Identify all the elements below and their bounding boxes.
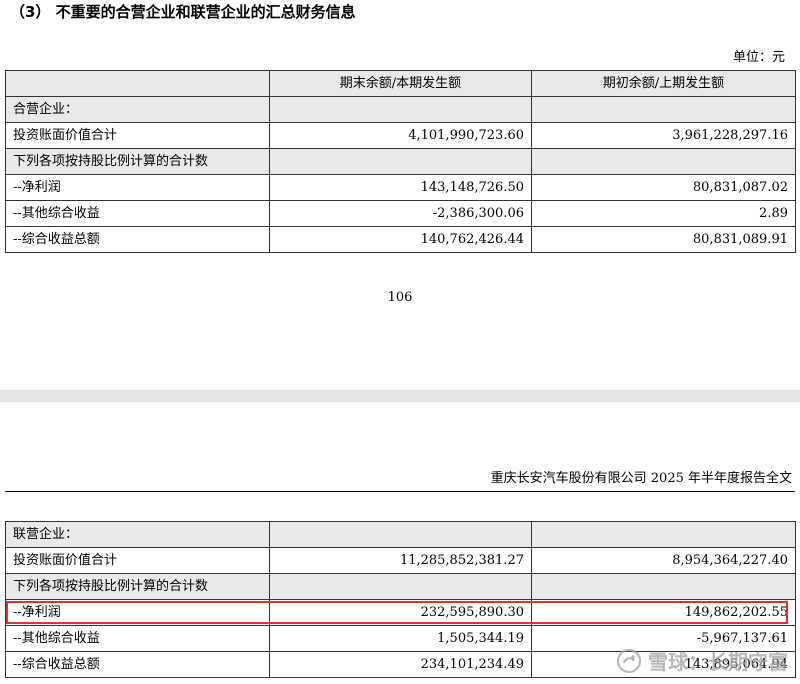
table-row: 下列各项按持股比例计算的合计数 [5,573,796,600]
snowball-logo-icon [616,648,642,673]
header-cell-current: 期末余额/本期发生额 [269,70,532,97]
table-row: --净利润 143,148,726.50 80,831,087.02 [5,174,796,201]
net-profit-highlight-box [6,601,788,624]
row-prior: 8,954,364,227.40 [531,547,796,574]
row-current: -2,386,300.06 [269,200,532,227]
row-current: 143,148,726.50 [269,174,532,201]
row-label: 联营企业： [5,521,270,548]
snowball-watermark: 雪球：长期守富 [616,646,788,675]
header-divider [5,491,795,492]
row-prior [531,148,796,175]
row-prior: 3,961,228,297.16 [531,122,796,149]
unit-label: 单位：元 [732,50,785,65]
page-number: 106 [387,290,413,305]
table-row: --综合收益总额 140,762,426.44 80,831,089.91 [5,226,796,253]
row-prior: 80,831,087.02 [531,174,796,201]
row-prior: 80,831,089.91 [531,226,796,253]
row-label: 投资账面价值合计 [5,122,270,149]
row-current [269,573,532,600]
row-prior [531,573,796,600]
table-row: 下列各项按持股比例计算的合计数 [5,148,796,175]
row-label: --净利润 [5,174,270,201]
row-current: 4,101,990,723.60 [269,122,532,149]
row-label: 投资账面价值合计 [5,547,270,574]
row-prior: 2.89 [531,200,796,227]
row-current: 11,285,852,381.27 [269,547,532,574]
table-row: 投资账面价值合计 11,285,852,381.27 8,954,364,227… [5,547,796,574]
row-label: 下列各项按持股比例计算的合计数 [5,573,270,600]
row-label: --综合收益总额 [5,226,270,253]
row-label: --其他综合收益 [5,625,270,652]
table-row: --其他综合收益 -2,386,300.06 2.89 [5,200,796,227]
watermark-text: 雪球：长期守富 [648,650,788,674]
header-cell-prior: 期初余额/上期发生额 [531,70,796,97]
row-current [269,96,532,123]
table-row: 合营企业： [5,96,796,123]
row-label: 下列各项按持股比例计算的合计数 [5,148,270,175]
table-row: 投资账面价值合计 4,101,990,723.60 3,961,228,297.… [5,122,796,149]
row-current [269,521,532,548]
row-label: --其他综合收益 [5,200,270,227]
page-separator [0,390,800,402]
table-row: 联营企业： [5,521,796,548]
table-header-row: 期末余额/本期发生额 期初余额/上期发生额 [5,70,796,97]
row-label: 合营企业： [5,96,270,123]
header-cell-blank [5,70,270,97]
row-prior [531,96,796,123]
row-current: 140,762,426.44 [269,226,532,253]
row-current: 1,505,344.19 [269,625,532,652]
row-current: 234,101,234.49 [269,651,532,678]
joint-venture-table: 期末余额/本期发生额 期初余额/上期发生额 合营企业： 投资账面价值合计 4,1… [5,70,796,253]
report-page-header: 重庆长安汽车股份有限公司 2025 年半年度报告全文 [490,471,792,486]
section-title: （3） 不重要的合营企业和联营企业的汇总财务信息 [10,3,356,21]
row-label: --综合收益总额 [5,651,270,678]
row-current [269,148,532,175]
row-prior [531,521,796,548]
